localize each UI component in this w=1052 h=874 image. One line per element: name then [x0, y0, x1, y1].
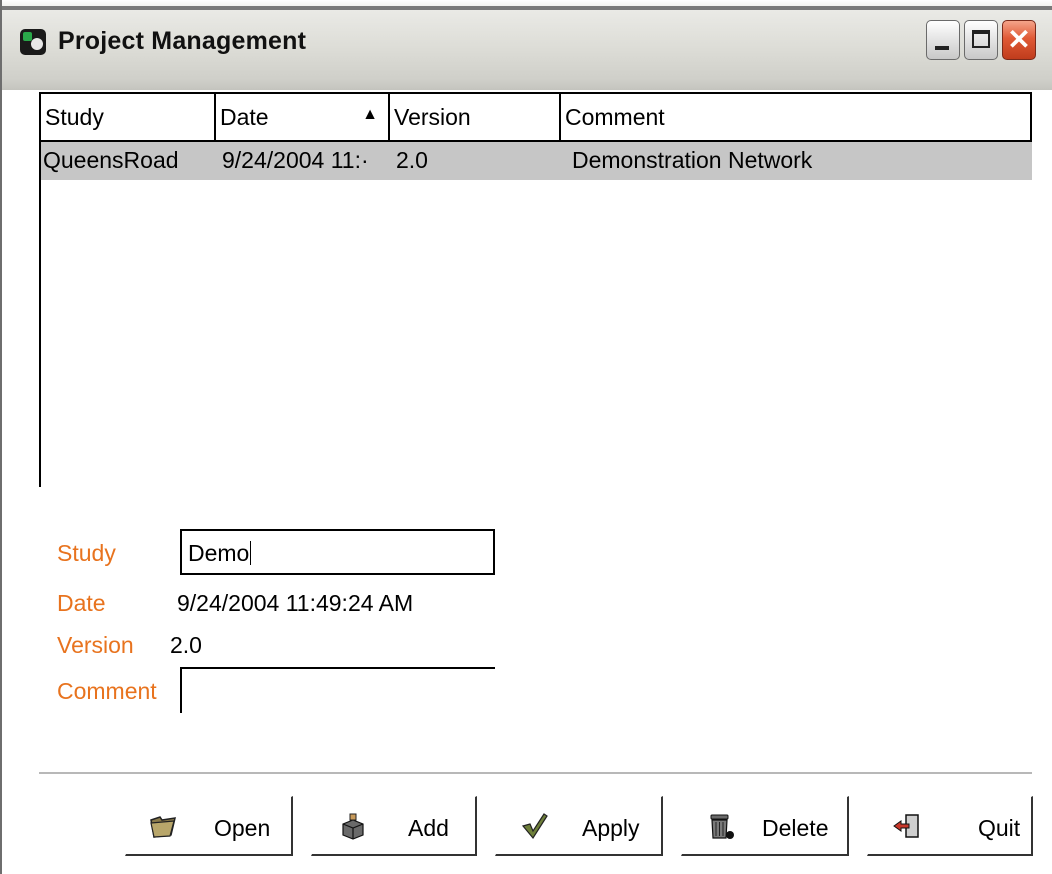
exit-door-icon: [893, 814, 919, 838]
apply-button[interactable]: Apply: [495, 796, 663, 856]
project-management-window: Project Management ✕ Study Date ▲ Version…: [0, 0, 1052, 874]
folder-icon: [150, 816, 176, 838]
close-icon: ✕: [1007, 24, 1031, 55]
column-header-label: Study: [45, 104, 104, 130]
quit-button[interactable]: Quit: [867, 796, 1033, 856]
text-caret: [250, 541, 252, 565]
trash-can-icon: [710, 814, 734, 839]
apply-label: Apply: [582, 815, 640, 841]
version-label: Version: [57, 632, 134, 658]
column-header-label: Comment: [565, 104, 665, 130]
window-title: Project Management: [58, 27, 307, 55]
comment-label: Comment: [57, 678, 157, 704]
delete-button[interactable]: Delete: [681, 796, 849, 856]
date-label: Date: [57, 590, 106, 616]
study-input-value: Demo: [188, 540, 250, 566]
column-header-version[interactable]: Version: [390, 94, 561, 142]
column-header-date[interactable]: Date ▲: [216, 94, 390, 142]
column-header-label: Date: [220, 104, 269, 130]
title-bar[interactable]: Project Management ✕: [2, 0, 1052, 90]
column-header-comment[interactable]: Comment: [561, 94, 1032, 142]
version-value: 2.0: [170, 632, 202, 658]
open-button[interactable]: Open: [125, 796, 293, 856]
cell-version: 2.0: [396, 147, 428, 173]
divider: [39, 772, 1032, 774]
cell-study: QueensRoad: [43, 147, 179, 173]
maximize-icon: [972, 30, 990, 48]
table-header: Study Date ▲ Version Comment: [41, 94, 1032, 142]
date-value: 9/24/2004 11:49:24 AM: [177, 590, 414, 616]
cell-date: 9/24/2004 11:·: [222, 147, 369, 173]
delete-label: Delete: [762, 815, 829, 841]
quit-label: Quit: [978, 815, 1021, 841]
studies-table: Study Date ▲ Version Comment QueensRoad 9…: [39, 92, 1032, 487]
study-label: Study: [57, 540, 116, 566]
table-row[interactable]: QueensRoad 9/24/2004 11:· 2.0 Demonstrat…: [41, 142, 1032, 180]
sort-ascending-icon: ▲: [362, 106, 378, 123]
study-input[interactable]: Demo: [180, 529, 495, 575]
add-button[interactable]: Add: [311, 796, 477, 856]
box-add-icon: [342, 813, 364, 840]
minimize-icon: [935, 46, 949, 50]
column-header-label: Version: [394, 104, 471, 130]
cell-comment: Demonstration Network: [572, 147, 813, 173]
minimize-button[interactable]: [926, 20, 960, 60]
add-label: Add: [408, 815, 449, 841]
checkmark-icon: [521, 813, 548, 840]
column-header-study[interactable]: Study: [41, 94, 216, 142]
maximize-button[interactable]: [964, 20, 998, 60]
close-button[interactable]: ✕: [1002, 20, 1036, 60]
open-label: Open: [214, 815, 271, 841]
app-icon: [20, 29, 46, 55]
comment-input[interactable]: [180, 667, 495, 713]
